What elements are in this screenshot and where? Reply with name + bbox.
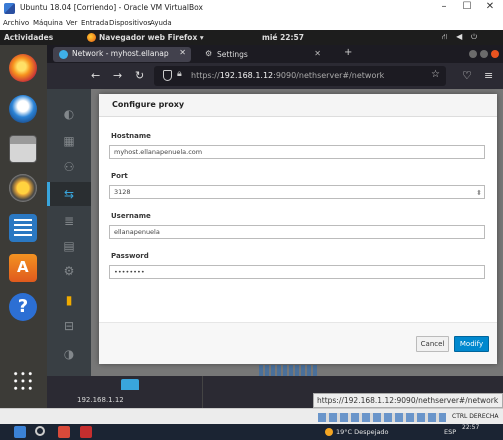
username-input[interactable]: ellanapenuela (109, 225, 485, 239)
vbox-device-icons[interactable] (318, 413, 446, 422)
maximize-button[interactable]: ☐ (458, 1, 476, 12)
reload-icon[interactable]: ↻ (135, 69, 144, 82)
window-minimize-icon[interactable] (469, 50, 477, 58)
firefox-icon[interactable] (9, 54, 37, 82)
vbox-menubar: Archivo Máquina Ver Entrada Dispositivos… (0, 17, 503, 30)
link-status-tooltip: https://192.168.1.12:9090/nethserver#/ne… (313, 393, 503, 408)
minimize-button[interactable]: – (435, 1, 453, 12)
pocket-icon[interactable]: ♡ (462, 69, 472, 82)
hostname-label: Hostname (111, 132, 151, 140)
search-icon[interactable] (35, 426, 45, 436)
sidebar-storage-icon[interactable]: ▤ (61, 239, 77, 253)
nethserver-page: ◐ ▦ ⚇ ⇆ ≣ ▤ ⚙ ▮ ⊟ ◑ Configure proxy Host… (47, 89, 503, 376)
sidebar-settings-icon[interactable]: ⚙ (61, 264, 77, 278)
clock[interactable]: mié 22:57 (262, 33, 304, 42)
host-ip[interactable]: 192.168.1.12 (77, 396, 124, 404)
vbox-status-bar: CTRL DERECHA (0, 408, 503, 424)
nethserver-favicon-icon (59, 50, 68, 59)
tab-network-label: Network - myhost.ellanap (72, 49, 169, 58)
menu-maquina[interactable]: Máquina (33, 19, 63, 27)
port-label: Port (111, 172, 128, 180)
url-text[interactable]: https://192.168.1.12:9090/nethserver#/ne… (191, 71, 384, 80)
vbox-window-title: Ubuntu 18.04 [Corriendo] - Oracle VM Vir… (20, 3, 203, 12)
activities-button[interactable]: Actividades (4, 33, 53, 42)
dialog-header: Configure proxy (99, 94, 497, 117)
menu-ayuda[interactable]: Ayuda (150, 19, 172, 27)
taskbar-clock[interactable]: 22:57 (462, 424, 479, 432)
libreoffice-writer-icon[interactable] (9, 214, 37, 242)
close-tab-icon[interactable]: ✕ (179, 48, 186, 57)
bookmark-star-icon[interactable]: ☆ (431, 69, 440, 80)
sidebar-users-icon[interactable]: ⚇ (61, 160, 77, 174)
new-tab-icon[interactable]: + (344, 47, 352, 58)
close-button[interactable]: ✕ (481, 1, 499, 12)
sidebar-lock-icon[interactable]: ⊟ (61, 319, 77, 333)
virtualbox-icon (4, 3, 15, 14)
windows-taskbar: 19°C Despejado ESP 22:57 (0, 424, 503, 440)
language-indicator[interactable]: ESP (444, 428, 456, 436)
weather-text[interactable]: 19°C Despejado (336, 428, 389, 436)
taskbar-app-icon[interactable] (80, 426, 92, 438)
software-center-icon[interactable] (9, 254, 37, 282)
port-input[interactable]: 3128 ⬍ (109, 185, 485, 199)
modify-button[interactable]: Modify (454, 336, 489, 352)
menu-dispositivos[interactable]: Dispositivos (109, 19, 151, 27)
tab-network[interactable]: Network - myhost.ellanap ✕ (53, 47, 191, 62)
menu-entrada[interactable]: Entrada (81, 19, 109, 27)
firefox-nav-bar: ← → ↻ 🔒︎ https://192.168.1.12:9090/neths… (47, 63, 503, 89)
firefox-tab-bar: Network - myhost.ellanap ✕ ⚙ Settings ✕ … (47, 45, 503, 63)
tracking-shield-icon[interactable] (163, 70, 172, 81)
forward-icon[interactable]: → (113, 69, 122, 82)
hamburger-menu-icon[interactable]: ≡ (484, 69, 493, 82)
ubuntu-dock: ? (0, 45, 47, 408)
show-applications-icon[interactable] (12, 370, 34, 392)
cancel-button[interactable]: Cancel (416, 336, 449, 352)
page-text-hint (158, 366, 228, 376)
sidebar-software-icon[interactable]: ◑ (61, 347, 77, 361)
port-spinner-icon[interactable]: ⬍ (476, 187, 482, 199)
screen: { "vbox": { "title": "Ubuntu 18.04 [Corr… (0, 0, 503, 440)
tab-settings[interactable]: ⚙ Settings ✕ (195, 47, 325, 62)
start-icon[interactable] (14, 426, 26, 438)
weather-icon[interactable] (325, 428, 333, 436)
rhythmbox-icon[interactable] (9, 174, 37, 202)
tab-settings-label: Settings (217, 50, 248, 59)
window-maximize-icon[interactable] (480, 50, 488, 58)
firefox-app-icon (87, 33, 96, 42)
port-value: 3128 (114, 188, 131, 196)
hostname-input[interactable]: myhost.ellanapenuela.com (109, 145, 485, 159)
sidebar-system-icon[interactable]: ▦ (61, 134, 77, 148)
window-close-icon[interactable] (491, 50, 499, 58)
page-obscured-bar (259, 365, 319, 376)
help-icon[interactable]: ? (9, 293, 37, 321)
ubuntu-top-bar: Actividades Navegador web Firefox ▾ mié … (0, 30, 503, 45)
username-label: Username (111, 212, 151, 220)
files-icon[interactable] (9, 135, 37, 163)
divider (202, 376, 203, 408)
back-icon[interactable]: ← (91, 69, 100, 82)
taskbar-app-icon[interactable] (58, 426, 70, 438)
sidebar-apps-icon[interactable]: ▮ (61, 293, 77, 307)
host-computer-icon[interactable] (121, 379, 139, 390)
password-input[interactable]: •••••••• (109, 265, 485, 279)
lock-icon[interactable]: 🔒︎ (177, 69, 182, 79)
host-key-label: CTRL DERECHA (452, 413, 499, 420)
dialog-title: Configure proxy (112, 100, 185, 109)
password-label: Password (111, 252, 149, 260)
sidebar-logs-icon[interactable]: ≣ (61, 214, 77, 228)
url-bar[interactable]: 🔒︎ https://192.168.1.12:9090/nethserver#… (154, 66, 446, 86)
gear-icon: ⚙ (205, 49, 213, 58)
menu-archivo[interactable]: Archivo (3, 19, 29, 27)
cockpit-sidebar: ◐ ▦ ⚇ ⇆ ≣ ▤ ⚙ ▮ ⊟ ◑ (47, 89, 91, 376)
thunderbird-icon[interactable] (9, 95, 37, 123)
app-menu[interactable]: Navegador web Firefox ▾ (99, 33, 204, 42)
sidebar-dashboard-icon[interactable]: ◐ (61, 107, 77, 121)
dialog-footer: Cancel Modify (99, 322, 497, 364)
close-tab-icon[interactable]: ✕ (314, 49, 321, 58)
configure-proxy-dialog: Configure proxy Hostname myhost.ellanape… (99, 94, 497, 364)
sidebar-network-icon[interactable]: ⇆ (61, 187, 77, 201)
system-tray-icons[interactable]: ⛙ ◀ ⏻ (442, 32, 480, 42)
vbox-titlebar: Ubuntu 18.04 [Corriendo] - Oracle VM Vir… (0, 0, 503, 17)
menu-ver[interactable]: Ver (66, 19, 77, 27)
